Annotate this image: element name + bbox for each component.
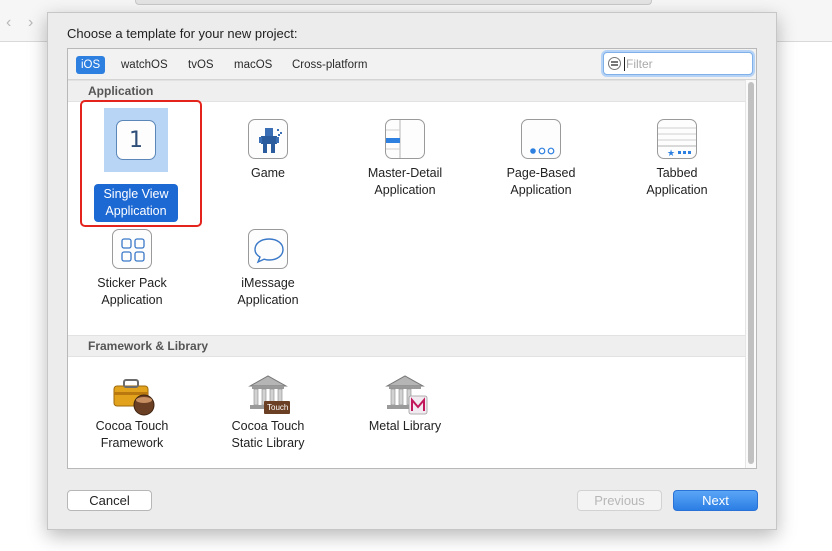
template-label: Game (250, 166, 286, 180)
tab-cross-platform[interactable]: Cross-platform (287, 56, 372, 74)
next-button[interactable]: Next (673, 490, 758, 511)
template-page-based-application[interactable]: Page-Based Application (481, 119, 601, 229)
template-label: Tabbed Application (646, 166, 708, 197)
metal-library-icon (381, 372, 431, 420)
template-label: Cocoa Touch Framework (95, 419, 169, 450)
page-based-icon (521, 119, 561, 159)
template-label: Metal Library (368, 419, 442, 433)
template-label: Cocoa Touch Static Library (231, 419, 305, 450)
scrollbar-thumb[interactable] (748, 82, 754, 464)
template-label: Single View Application (94, 184, 178, 222)
template-label: Master-Detail Application (367, 166, 443, 197)
template-label: Sticker Pack Application (97, 276, 167, 307)
template-sticker-pack-application[interactable]: Sticker Pack Application (72, 229, 192, 339)
tab-ios[interactable]: iOS (76, 56, 106, 74)
tab-watchos[interactable]: watchOS (116, 56, 173, 74)
vertical-scrollbar[interactable] (745, 80, 756, 468)
background-window-titlebar (135, 0, 652, 5)
template-game[interactable]: Game (208, 119, 328, 229)
sticker-pack-icon (112, 229, 152, 269)
single-view-icon: 1 (116, 120, 156, 160)
section-header-application: Application (68, 80, 745, 102)
template-metal-library[interactable]: Metal Library (345, 372, 465, 472)
single-view-glyph: 1 (129, 127, 143, 153)
static-library-icon: Touch (244, 372, 294, 420)
previous-button[interactable]: Previous (577, 490, 662, 511)
template-cocoa-touch-framework[interactable]: Cocoa Touch Framework (72, 372, 192, 472)
filter-field[interactable] (603, 52, 753, 75)
filter-input[interactable] (626, 55, 746, 73)
svg-text:★: ★ (667, 149, 675, 159)
template-chooser-sheet: Choose a template for your new project: … (47, 12, 777, 530)
template-panel: iOS watchOS tvOS macOS Cross-platform Ap… (67, 48, 757, 469)
tab-tvos[interactable]: tvOS (183, 56, 219, 74)
game-icon (248, 119, 288, 159)
template-master-detail-application[interactable]: Master-Detail Application (345, 119, 465, 229)
imessage-icon (248, 229, 288, 269)
toolbox-icon (110, 372, 158, 420)
tabbed-icon: ★ (657, 119, 697, 159)
filter-icon (608, 57, 621, 70)
template-imessage-application[interactable]: iMessage Application (208, 229, 328, 339)
forward-chevron-icon[interactable]: › (28, 15, 33, 31)
text-caret (624, 57, 625, 71)
cancel-button[interactable]: Cancel (67, 490, 152, 511)
template-cocoa-touch-static-library[interactable]: Touch Cocoa Touch Static Library (208, 372, 328, 472)
back-chevron-icon[interactable]: ‹ (6, 15, 11, 31)
platform-tab-bar: iOS watchOS tvOS macOS Cross-platform (68, 49, 756, 80)
tab-macos[interactable]: macOS (229, 56, 277, 74)
template-label: iMessage Application (237, 276, 299, 307)
template-single-view-application[interactable]: 1 Single View Application (72, 108, 192, 229)
template-label: Page-Based Application (506, 166, 576, 197)
master-detail-icon (385, 119, 425, 159)
dialog-title: Choose a template for your new project: (67, 26, 298, 41)
template-tabbed-application[interactable]: ★ Tabbed Application (617, 119, 737, 229)
touch-badge: Touch (267, 403, 289, 412)
section-header-framework-library: Framework & Library (68, 335, 745, 357)
